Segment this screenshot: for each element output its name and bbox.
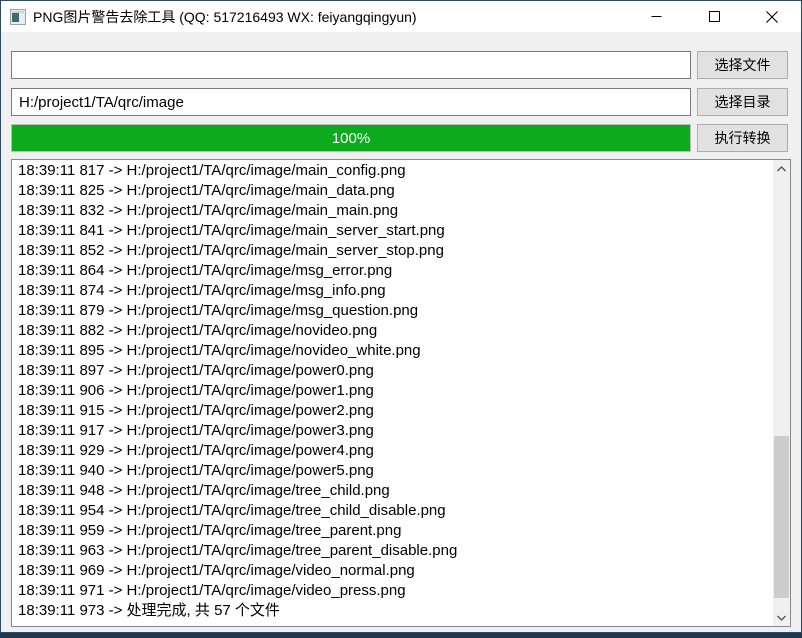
app-icon bbox=[10, 9, 26, 25]
log-entry[interactable]: 18:39:11 882 -> H:/project1/TA/qrc/image… bbox=[18, 321, 773, 341]
log-entry[interactable]: 18:39:11 897 -> H:/project1/TA/qrc/image… bbox=[18, 361, 773, 381]
select-directory-button[interactable]: 选择目录 bbox=[697, 88, 788, 116]
scroll-up-button[interactable] bbox=[773, 160, 790, 177]
minimize-button[interactable] bbox=[627, 1, 685, 32]
close-icon bbox=[766, 11, 778, 23]
log-entry[interactable]: 18:39:11 895 -> H:/project1/TA/qrc/image… bbox=[18, 341, 773, 361]
log-entry[interactable]: 18:39:11 874 -> H:/project1/TA/qrc/image… bbox=[18, 281, 773, 301]
minimize-icon bbox=[651, 11, 662, 22]
log-entry[interactable]: 18:39:11 915 -> H:/project1/TA/qrc/image… bbox=[18, 401, 773, 421]
log-box: 18:39:11 817 -> H:/project1/TA/qrc/image… bbox=[11, 159, 791, 627]
chevron-up-icon bbox=[777, 166, 786, 172]
log-entry[interactable]: 18:39:11 940 -> H:/project1/TA/qrc/image… bbox=[18, 461, 773, 481]
log-entry[interactable]: 18:39:11 879 -> H:/project1/TA/qrc/image… bbox=[18, 301, 773, 321]
maximize-icon bbox=[709, 11, 720, 22]
file-path-input[interactable] bbox=[11, 51, 691, 79]
log-entry[interactable]: 18:39:11 917 -> H:/project1/TA/qrc/image… bbox=[18, 421, 773, 441]
log-entry[interactable]: 18:39:11 825 -> H:/project1/TA/qrc/image… bbox=[18, 181, 773, 201]
window-title: PNG图片警告去除工具 (QQ: 517216493 WX: feiyangqi… bbox=[33, 7, 417, 27]
maximize-button[interactable] bbox=[685, 1, 743, 32]
progress-label: 100% bbox=[12, 125, 690, 151]
scrollbar-thumb[interactable] bbox=[774, 436, 789, 598]
log-entry[interactable]: 18:39:11 817 -> H:/project1/TA/qrc/image… bbox=[18, 161, 773, 181]
log-entry[interactable]: 18:39:11 948 -> H:/project1/TA/qrc/image… bbox=[18, 481, 773, 501]
close-button[interactable] bbox=[743, 1, 801, 32]
log-list: 18:39:11 817 -> H:/project1/TA/qrc/image… bbox=[12, 160, 773, 626]
window-controls bbox=[627, 1, 801, 32]
log-entry[interactable]: 18:39:11 906 -> H:/project1/TA/qrc/image… bbox=[18, 381, 773, 401]
vertical-scrollbar[interactable] bbox=[773, 160, 790, 626]
log-entry[interactable]: 18:39:11 832 -> H:/project1/TA/qrc/image… bbox=[18, 201, 773, 221]
progress-bar: 100% bbox=[11, 124, 691, 152]
log-entry[interactable]: 18:39:11 864 -> H:/project1/TA/qrc/image… bbox=[18, 261, 773, 281]
select-file-button[interactable]: 选择文件 bbox=[697, 51, 788, 79]
log-entry[interactable]: 18:39:11 969 -> H:/project1/TA/qrc/image… bbox=[18, 561, 773, 581]
log-entry[interactable]: 18:39:11 971 -> H:/project1/TA/qrc/image… bbox=[18, 581, 773, 601]
log-entry[interactable]: 18:39:11 841 -> H:/project1/TA/qrc/image… bbox=[18, 221, 773, 241]
log-entry[interactable]: 18:39:11 963 -> H:/project1/TA/qrc/image… bbox=[18, 541, 773, 561]
log-entry[interactable]: 18:39:11 959 -> H:/project1/TA/qrc/image… bbox=[18, 521, 773, 541]
convert-button[interactable]: 执行转换 bbox=[697, 124, 788, 152]
log-entry[interactable]: 18:39:11 954 -> H:/project1/TA/qrc/image… bbox=[18, 501, 773, 521]
log-entry[interactable]: 18:39:11 852 -> H:/project1/TA/qrc/image… bbox=[18, 241, 773, 261]
log-entry[interactable]: 18:39:11 973 -> 处理完成, 共 57 个文件 bbox=[18, 601, 773, 621]
log-entry[interactable]: 18:39:11 929 -> H:/project1/TA/qrc/image… bbox=[18, 441, 773, 461]
titlebar[interactable]: PNG图片警告去除工具 (QQ: 517216493 WX: feiyangqi… bbox=[1, 1, 801, 32]
scroll-down-button[interactable] bbox=[773, 609, 790, 626]
app-window: PNG图片警告去除工具 (QQ: 517216493 WX: feiyangqi… bbox=[0, 0, 802, 633]
directory-path-input[interactable] bbox=[11, 88, 691, 116]
chevron-down-icon bbox=[777, 615, 786, 621]
